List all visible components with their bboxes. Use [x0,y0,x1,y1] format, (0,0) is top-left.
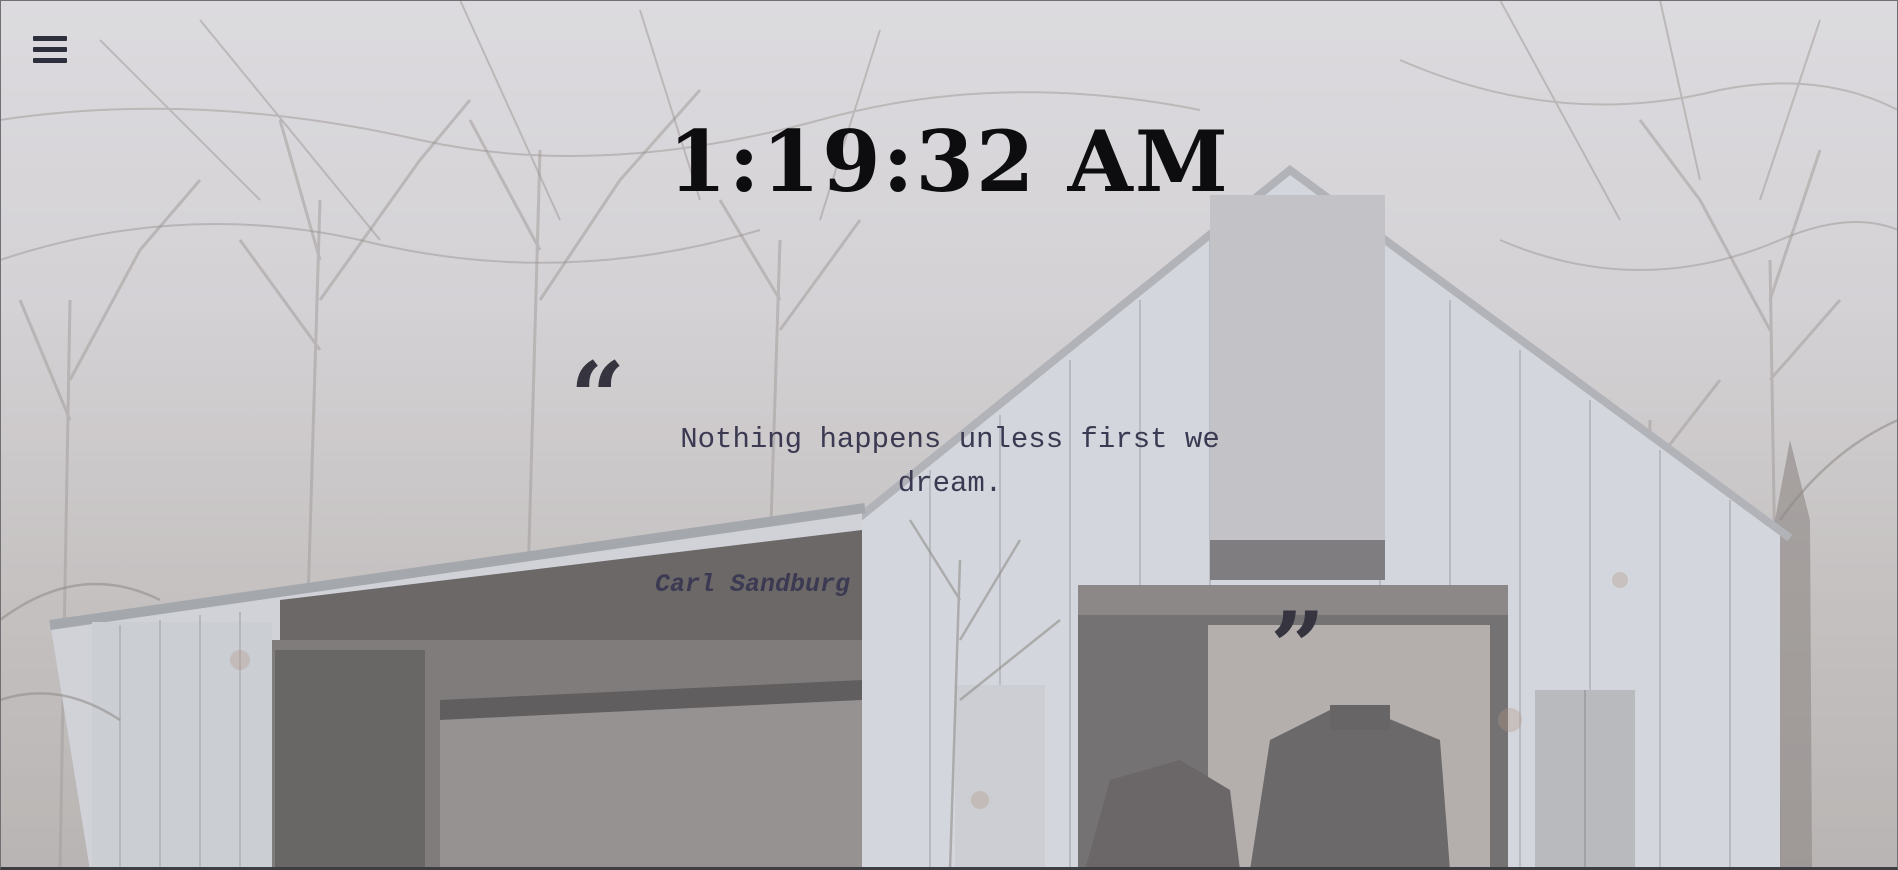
hamburger-menu-button[interactable] [28,32,72,72]
quote-author: Carl Sandburg [654,570,850,599]
menu-icon-bar-top [33,36,67,41]
quote-text: Nothing happens unless first we dream. [680,423,1220,500]
menu-icon-bar-middle [33,47,67,52]
close-quote-icon: ” [1270,591,1326,704]
open-quote-icon: “ [570,341,626,454]
clock-time: 1:19:32 AM [668,112,1230,211]
menu-icon-bar-bottom [33,58,67,63]
